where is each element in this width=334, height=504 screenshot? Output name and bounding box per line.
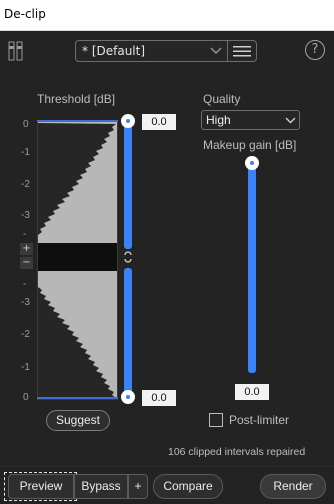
tick-label: - <box>23 279 27 290</box>
compare-button[interactable]: Compare <box>153 474 223 499</box>
makeup-gain-label: Makeup gain [dB] <box>203 138 297 152</box>
chevron-down-icon <box>210 47 222 54</box>
chevron-down-icon <box>285 117 296 124</box>
tick-label: 0 <box>23 392 29 403</box>
preview-button[interactable]: Preview <box>8 474 74 499</box>
upper-threshold-value[interactable]: 0.0 <box>142 114 176 130</box>
lower-threshold-slider[interactable] <box>124 268 132 398</box>
quality-dropdown[interactable]: High <box>201 110 300 130</box>
upper-threshold-line <box>37 120 118 122</box>
tick-label: -1 <box>21 147 30 158</box>
tick-label: -1 <box>21 362 30 373</box>
zoom-out-button[interactable]: − <box>20 257 33 269</box>
preset-divider <box>227 41 228 61</box>
preset-name: * [Default] <box>82 44 146 58</box>
tick-label: 0 <box>23 119 29 130</box>
meter-toggle-icon[interactable] <box>8 41 24 61</box>
status-text: 106 clipped intervals repaired <box>168 446 306 458</box>
tick-label: -3 <box>21 210 30 221</box>
post-limiter-checkbox[interactable] <box>209 413 223 427</box>
lower-threshold-line <box>37 397 118 399</box>
post-limiter-label: Post-limiter <box>229 413 290 427</box>
hamburger-menu-icon[interactable] <box>233 45 251 57</box>
zoom-in-button[interactable]: + <box>20 243 33 255</box>
makeup-gain-knob[interactable] <box>245 156 259 170</box>
upper-threshold-knob[interactable] <box>121 114 135 128</box>
suggest-button[interactable]: Suggest <box>46 410 110 431</box>
help-icon[interactable]: ? <box>305 40 325 60</box>
render-button[interactable]: Render <box>260 474 326 499</box>
link-icon[interactable] <box>122 251 134 263</box>
upper-threshold-slider[interactable] <box>124 121 132 249</box>
waveform-histogram <box>37 120 118 400</box>
add-button[interactable]: + <box>128 474 148 499</box>
makeup-gain-value[interactable]: 0.0 <box>235 384 269 400</box>
window-title: De-clip <box>4 7 46 21</box>
lower-threshold-knob[interactable] <box>121 390 135 404</box>
bypass-button[interactable]: Bypass <box>74 474 128 499</box>
histogram-graphic <box>38 121 117 399</box>
makeup-gain-slider[interactable] <box>248 163 256 373</box>
tick-label: - <box>23 229 27 240</box>
quality-value: High <box>206 113 231 127</box>
tick-label: -2 <box>21 329 30 340</box>
quality-label: Quality <box>203 92 241 106</box>
preset-dropdown[interactable]: * [Default] <box>75 40 257 62</box>
lower-threshold-value[interactable]: 0.0 <box>142 390 176 406</box>
tick-label: -2 <box>21 179 30 190</box>
title-bar: De-clip <box>0 0 334 31</box>
tick-label: -3 <box>21 297 30 308</box>
threshold-label: Threshold [dB] <box>37 92 116 106</box>
